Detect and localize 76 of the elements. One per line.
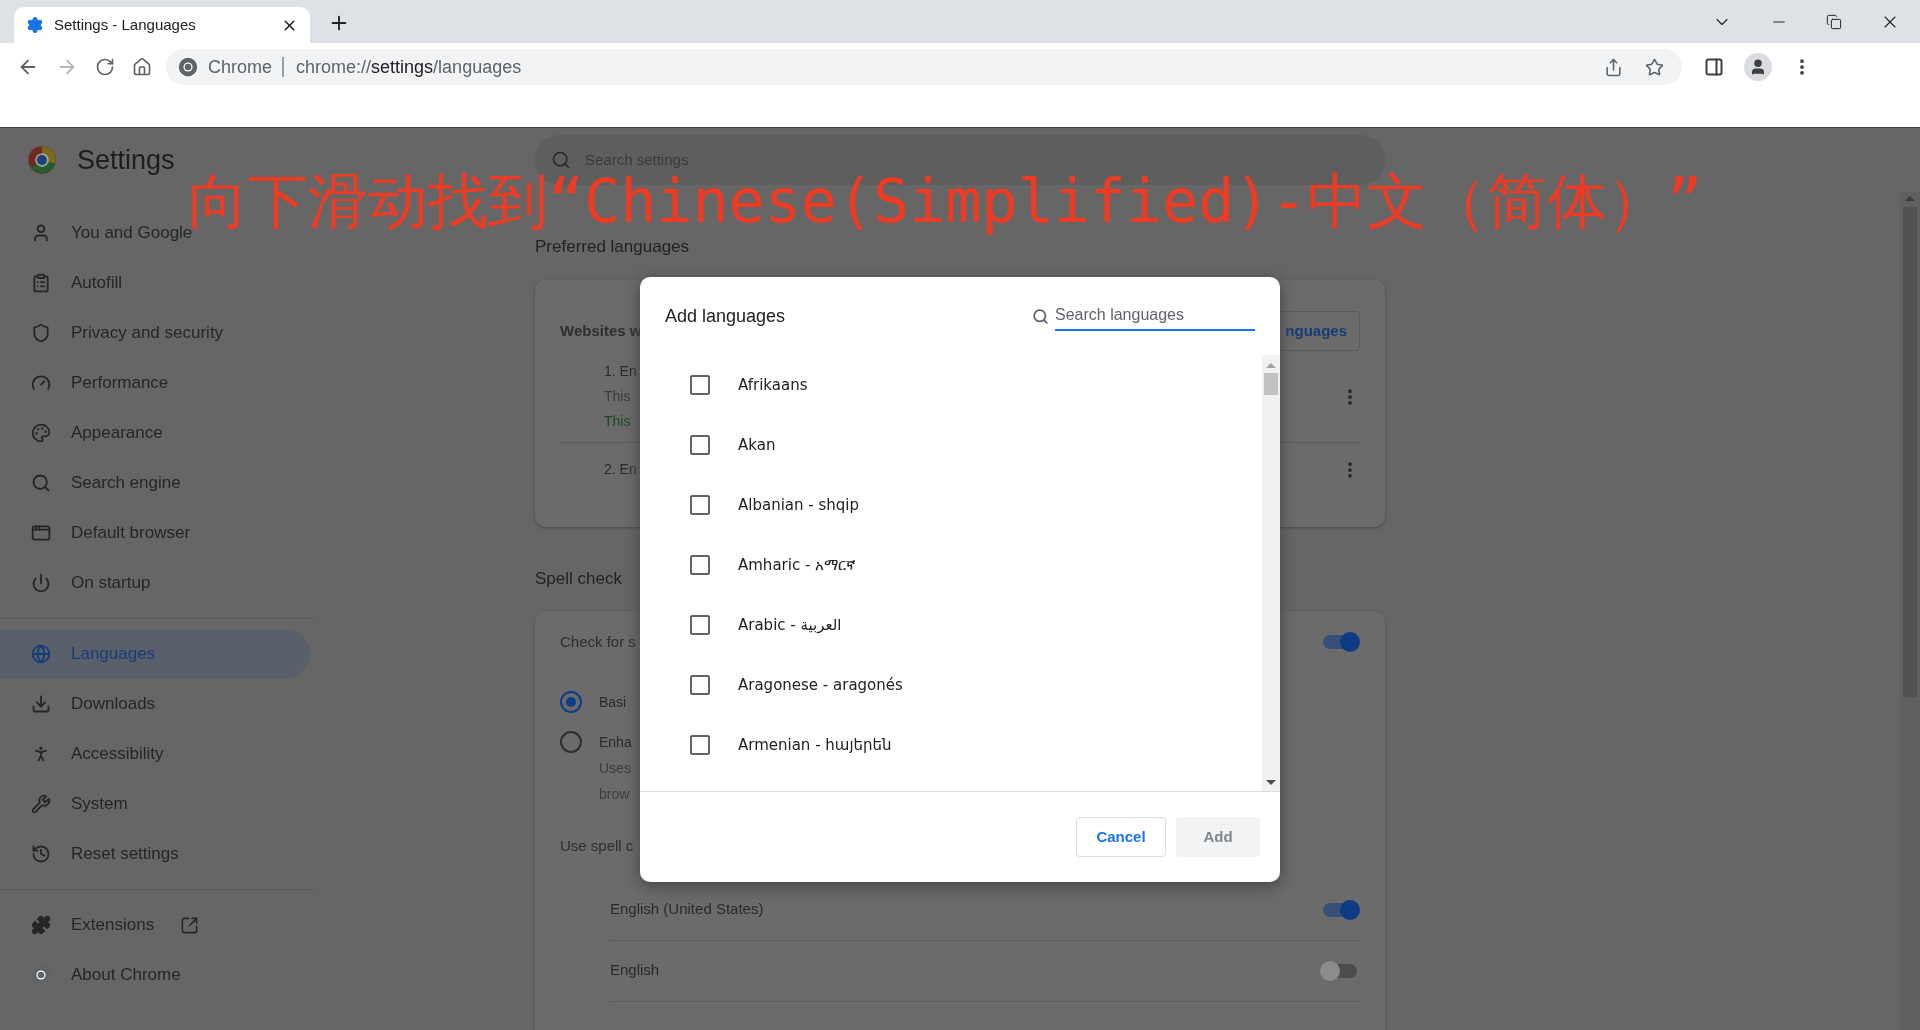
wrench-icon — [31, 794, 51, 814]
setting-label: Use spell c — [560, 836, 634, 856]
search-icon — [1032, 307, 1049, 325]
gauge-icon — [31, 373, 51, 393]
language-option[interactable]: Amharic - አማርኛ — [738, 553, 857, 577]
external-link-icon — [180, 915, 200, 935]
cancel-button[interactable]: Cancel — [1076, 817, 1166, 857]
search-field[interactable]: Search languages — [1055, 301, 1255, 331]
shield-icon — [31, 323, 51, 343]
reload-icon[interactable] — [95, 57, 115, 77]
language-name: English (United States) — [610, 899, 765, 920]
sidebar-item[interactable]: Privacy and security — [0, 308, 310, 358]
sidebar-item[interactable]: About Chrome — [0, 950, 310, 1000]
radio-label: Basi — [599, 693, 627, 712]
palette-icon — [31, 423, 51, 443]
section-heading: Spell check — [535, 569, 623, 589]
language-name: English — [610, 960, 661, 981]
sidebar-item[interactable]: Default browser — [0, 508, 310, 558]
language-option[interactable]: Albanian - shqip — [738, 493, 859, 517]
radio-button[interactable] — [560, 691, 582, 713]
chrome-logo-icon — [27, 145, 57, 175]
search-icon — [31, 473, 51, 493]
sidebar-item[interactable]: Performance — [0, 358, 310, 408]
tab-title: Settings - Languages — [54, 14, 197, 35]
checkbox[interactable] — [690, 735, 710, 755]
language-option[interactable]: Afrikaans — [738, 373, 808, 397]
radio-button[interactable] — [560, 731, 582, 753]
sidebar-item[interactable]: Autofill — [0, 258, 310, 308]
language-option[interactable]: Arabic - العربية — [738, 613, 842, 637]
address-bar[interactable]: Chrome chrome://settings/languages — [166, 49, 1682, 85]
section-heading: Preferred languages — [535, 237, 691, 257]
browser-tab[interactable]: Settings - Languages — [14, 7, 310, 43]
settings-icon — [26, 16, 44, 34]
window-icon — [31, 523, 51, 543]
side-panel-icon[interactable] — [1704, 57, 1724, 77]
avatar-icon[interactable] — [1744, 53, 1772, 81]
checkbox[interactable] — [690, 675, 710, 695]
sidebar-item[interactable]: On startup — [0, 558, 310, 608]
sidebar-item[interactable]: Accessibility — [0, 729, 310, 779]
sidebar-item[interactable]: Appearance — [0, 408, 310, 458]
globe-icon — [31, 644, 51, 664]
checkbox[interactable] — [690, 435, 710, 455]
search-icon — [551, 150, 571, 170]
sidebar-item[interactable]: Downloads — [0, 679, 310, 729]
sidebar-item[interactable]: System — [0, 779, 310, 829]
puzzle-icon — [31, 915, 51, 935]
bookmark-star-icon[interactable] — [1645, 57, 1664, 77]
language-name: 1. En — [604, 362, 637, 381]
language-option[interactable]: Armenian - հայերեն — [738, 733, 892, 757]
sidebar-item[interactable]: Reset settings — [0, 829, 310, 879]
language-name: 2. En — [604, 460, 637, 479]
sidebar-item[interactable]: Languages — [0, 629, 310, 679]
chrome-logo-icon — [178, 57, 198, 77]
language-note: This — [604, 412, 631, 431]
checkbox[interactable] — [690, 615, 710, 635]
power-icon — [31, 573, 51, 593]
checkbox[interactable] — [690, 555, 710, 575]
download-icon — [31, 694, 51, 714]
radio-label: Enha — [599, 733, 632, 752]
settings-title: Settings — [77, 143, 175, 177]
history-icon — [31, 844, 51, 864]
home-icon[interactable] — [132, 57, 152, 77]
chrome-logo-icon — [31, 965, 51, 985]
share-icon[interactable] — [1604, 57, 1623, 77]
checkbox[interactable] — [690, 375, 710, 395]
language-option[interactable]: Akan — [738, 433, 776, 457]
language-option[interactable]: Aragonese - aragonés — [738, 673, 903, 697]
dialog-title: Add languages — [665, 304, 787, 328]
checkbox[interactable] — [690, 495, 710, 515]
restore-icon[interactable] — [1826, 13, 1842, 30]
clipboard-icon — [31, 273, 51, 293]
person-icon — [31, 223, 51, 243]
sidebar-item[interactable]: Search engine — [0, 458, 310, 508]
sidebar-item[interactable]: Extensions — [0, 900, 310, 950]
url-text: chrome://settings/languages — [296, 55, 522, 79]
site-chip: Chrome — [208, 57, 285, 77]
